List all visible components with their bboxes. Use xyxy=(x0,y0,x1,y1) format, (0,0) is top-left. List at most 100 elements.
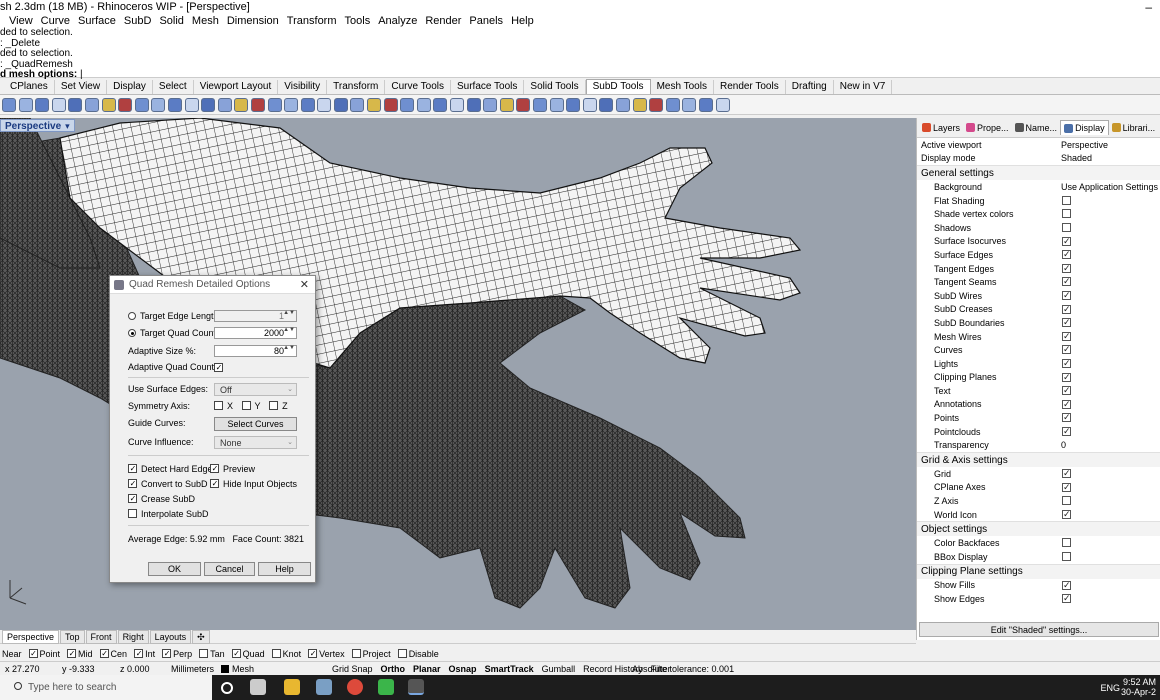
toolbar-tool-icon[interactable] xyxy=(234,97,249,112)
viewport-tab-layouts[interactable]: Layouts xyxy=(149,629,192,644)
toolbar-tool-icon[interactable] xyxy=(566,97,581,112)
use-surface-edges-select[interactable]: Off ⌄ xyxy=(214,383,297,396)
status-toggle-planar[interactable]: Planar xyxy=(413,664,441,674)
setting-surface-edges[interactable]: Surface Edges xyxy=(917,248,1160,262)
spinner-icon[interactable]: ▲▼ xyxy=(283,310,295,316)
toolbar-tool-icon[interactable] xyxy=(698,97,713,112)
osnap-tan[interactable]: Tan xyxy=(199,649,225,659)
toolbar-tool-icon[interactable] xyxy=(151,97,166,112)
rhino-wip-icon[interactable] xyxy=(408,679,424,695)
interpolate-subd-option[interactable]: Interpolate SubD xyxy=(128,507,209,521)
detect-hard-edges-option[interactable]: Detect Hard Edges xyxy=(128,462,217,476)
toolbar-tool-icon[interactable] xyxy=(18,97,33,112)
hide-input-objects-checkbox[interactable] xyxy=(210,479,219,488)
crease-subd-option[interactable]: Crease SubD xyxy=(128,492,195,506)
toolbar-tab-cplanes[interactable]: CPlanes xyxy=(4,80,55,94)
toolbar-tool-icon[interactable] xyxy=(68,97,83,112)
setting-cplane-axes[interactable]: CPlane Axes xyxy=(917,481,1160,495)
setting-grid[interactable]: Grid xyxy=(917,467,1160,481)
osnap-int[interactable]: Int xyxy=(134,649,155,659)
toolbar-tab-render-tools[interactable]: Render Tools xyxy=(714,80,786,94)
osnap-checkbox[interactable] xyxy=(199,649,209,658)
toolbar-tool-icon[interactable] xyxy=(682,97,697,112)
setting-surface-isocurves[interactable]: Surface Isocurves xyxy=(917,235,1160,249)
setting-checkbox[interactable] xyxy=(1062,304,1071,314)
setting-checkbox[interactable] xyxy=(1062,209,1071,219)
toolbar-tab-solid-tools[interactable]: Solid Tools xyxy=(524,80,586,94)
menu-surface[interactable]: Surface xyxy=(74,14,120,28)
osnap-perp[interactable]: Perp xyxy=(162,649,192,659)
menu-help[interactable]: Help xyxy=(507,14,538,28)
toolbar-tab-display[interactable]: Display xyxy=(107,80,153,94)
setting-clipping-planes[interactable]: Clipping Planes xyxy=(917,371,1160,385)
menu-panels[interactable]: Panels xyxy=(465,14,507,28)
setting-checkbox[interactable] xyxy=(1062,277,1071,287)
setting-checkbox[interactable] xyxy=(1062,594,1071,604)
setting-lights[interactable]: Lights xyxy=(917,357,1160,371)
setting-background[interactable]: Background Use Application Settings xyxy=(917,180,1160,194)
setting-color-backfaces[interactable]: Color Backfaces xyxy=(917,536,1160,550)
adaptive-quad-count-checkbox[interactable] xyxy=(214,363,223,372)
toolbar-tool-icon[interactable] xyxy=(118,97,133,112)
setting-points[interactable]: Points xyxy=(917,411,1160,425)
setting-pointclouds[interactable]: Pointclouds xyxy=(917,425,1160,439)
toolbar-tool-icon[interactable] xyxy=(516,97,531,112)
clock[interactable]: 9:52 AM 30-Apr-2 xyxy=(1121,677,1156,697)
osnap-disable[interactable]: Disable xyxy=(397,649,439,659)
toolbar-tab-drafting[interactable]: Drafting xyxy=(786,80,834,94)
toolbar-tool-icon[interactable] xyxy=(615,97,630,112)
osnap-project[interactable]: Project xyxy=(351,649,391,659)
convert-to-subd-option[interactable]: Convert to SubD xyxy=(128,477,208,491)
setting-checkbox[interactable] xyxy=(1062,469,1071,479)
interpolate-subd-checkbox[interactable] xyxy=(128,509,137,518)
chrome-icon[interactable] xyxy=(347,679,363,695)
toolbar-tool-icon[interactable] xyxy=(167,97,182,112)
cancel-button[interactable]: Cancel xyxy=(204,562,255,576)
setting-checkbox[interactable] xyxy=(1062,399,1071,409)
viewport-label[interactable]: Perspective ▾ xyxy=(0,119,75,132)
toolbar-tool-icon[interactable] xyxy=(300,97,315,112)
chevron-down-icon[interactable]: ▾ xyxy=(65,121,70,131)
menu-curve[interactable]: Curve xyxy=(37,14,74,28)
toolbar-tab-curve-tools[interactable]: Curve Tools xyxy=(385,80,451,94)
section-grid-axis-settings[interactable]: Grid & Axis settings xyxy=(917,452,1160,468)
toolbar-tool-icon[interactable] xyxy=(134,97,149,112)
setting-shade-vertex-colors[interactable]: Shade vertex colors xyxy=(917,207,1160,221)
osnap-near[interactable]: Near xyxy=(2,649,22,659)
setting-value[interactable]: Use Application Settings xyxy=(1057,182,1158,192)
setting-z-axis[interactable]: Z Axis xyxy=(917,494,1160,508)
section-general-settings[interactable]: General settings xyxy=(917,165,1160,181)
setting-bbox-display[interactable]: BBox Display xyxy=(917,550,1160,564)
toolbar-tool-icon[interactable] xyxy=(250,97,265,112)
add-viewport-icon[interactable]: ✣ xyxy=(192,629,210,644)
edit-shaded-settings-button[interactable]: Edit "Shaded" settings... xyxy=(919,622,1159,637)
convert-to-subd-checkbox[interactable] xyxy=(128,479,137,488)
target-edge-length-option[interactable]: Target Edge Length: xyxy=(128,309,221,323)
osnap-checkbox[interactable] xyxy=(231,649,241,658)
menu-solid[interactable]: Solid xyxy=(155,14,187,28)
setting-shadows[interactable]: Shadows xyxy=(917,221,1160,235)
spinner-icon[interactable]: ▲▼ xyxy=(283,345,295,351)
osnap-checkbox[interactable] xyxy=(397,649,407,658)
target-edge-length-input[interactable]: 1 ▲▼ xyxy=(214,310,297,322)
toolbar-tool-icon[interactable] xyxy=(416,97,431,112)
toolbar-tool-icon[interactable] xyxy=(665,97,680,112)
toolbar-tool-icon[interactable] xyxy=(333,97,348,112)
status-toggle-grid-snap[interactable]: Grid Snap xyxy=(332,664,373,674)
toolbar-tab-viewport-layout[interactable]: Viewport Layout xyxy=(194,80,279,94)
osnap-checkbox[interactable] xyxy=(28,649,38,658)
setting-checkbox[interactable] xyxy=(1062,580,1071,590)
setting-checkbox[interactable] xyxy=(1062,358,1071,368)
osnap-mid[interactable]: Mid xyxy=(67,649,93,659)
setting-subd-wires[interactable]: SubD Wires xyxy=(917,289,1160,303)
setting-checkbox[interactable] xyxy=(1062,386,1071,396)
setting-annotations[interactable]: Annotations xyxy=(917,398,1160,412)
curve-influence-select[interactable]: None ⌄ xyxy=(214,436,297,449)
setting-show-fills[interactable]: Show Fills xyxy=(917,579,1160,593)
setting-checkbox[interactable] xyxy=(1062,250,1071,260)
symmetry-x-checkbox[interactable] xyxy=(214,401,223,410)
preview-option[interactable]: Preview xyxy=(210,462,255,476)
toolbar-tool-icon[interactable] xyxy=(433,97,448,112)
target-quad-count-option[interactable]: Target Quad Count: xyxy=(128,326,219,340)
target-edge-length-radio[interactable] xyxy=(128,312,136,320)
